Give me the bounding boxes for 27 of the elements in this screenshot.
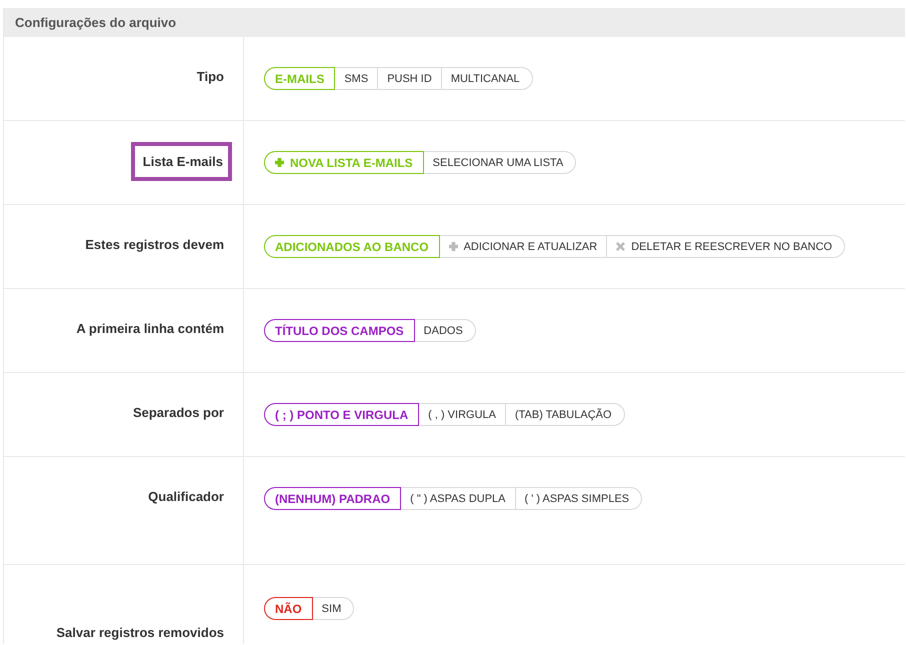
- option-button[interactable]: DELETAR E REESCREVER NO BANCO: [606, 235, 846, 258]
- field-label: Lista E-mails: [130, 142, 232, 181]
- option-button[interactable]: MULTICANAL: [440, 67, 533, 90]
- option-button[interactable]: ( " ) ASPAS DUPLA: [400, 487, 516, 510]
- option-button[interactable]: SMS: [334, 67, 378, 90]
- field-label: Estes registros devem: [85, 236, 224, 254]
- option-button[interactable]: (TAB) TABULAÇÃO: [504, 403, 625, 426]
- field-label: Separados por: [132, 404, 224, 422]
- field-label: Tipo: [196, 68, 224, 86]
- panel-title: Configurações do arquivo: [4, 8, 905, 37]
- option-button[interactable]: ( , ) VIRGULA: [418, 403, 506, 426]
- plus-icon: [275, 158, 284, 167]
- field-label: Qualificador: [148, 488, 224, 506]
- option-button[interactable]: PUSH ID: [377, 67, 442, 90]
- field-label: Salvar registros removidos: [56, 624, 224, 642]
- option-button[interactable]: (NENHUM) PADRAO: [264, 487, 402, 510]
- cross-icon: [616, 242, 626, 251]
- option-button[interactable]: SELECIONAR UMA LISTA: [422, 151, 576, 174]
- option-button[interactable]: DADOS: [414, 319, 476, 342]
- option-button[interactable]: SIM: [312, 597, 354, 620]
- plus-icon: [448, 242, 458, 251]
- option-button[interactable]: ( ; ) PONTO E VIRGULA: [264, 403, 420, 426]
- option-button[interactable]: TÍTULO DOS CAMPOS: [264, 319, 415, 342]
- field-label: A primeira linha contém: [76, 320, 224, 338]
- option-button[interactable]: ADICIONAR E ATUALIZAR: [438, 235, 608, 258]
- option-button[interactable]: ( ' ) ASPAS SIMPLES: [514, 487, 642, 510]
- option-button[interactable]: NÃO: [264, 597, 313, 620]
